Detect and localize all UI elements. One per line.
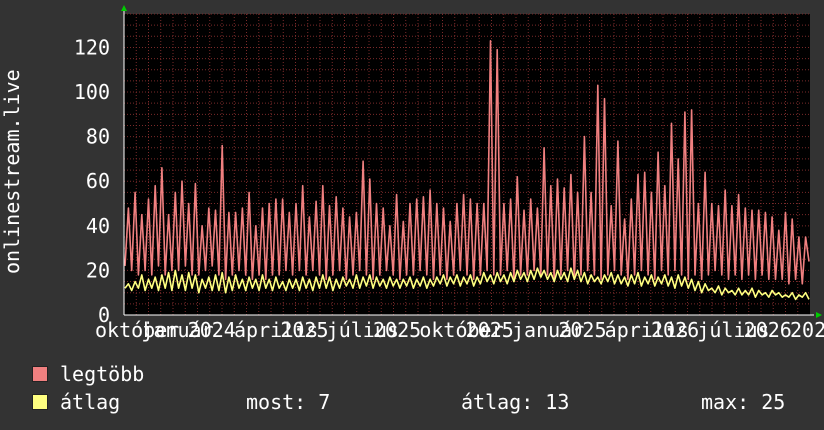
y-axis-label: onlinestream.live [0,69,24,274]
legend-swatch-max [32,366,48,382]
y-tick-label: 80 [86,125,110,149]
x-tick-label: 2026 [744,318,792,342]
x-tick-label: 2025 [280,318,328,342]
x-tick-label: 2025 [466,318,514,342]
y-tick-label: 20 [86,258,110,282]
y-tick-labels: 020406080100120 [74,35,110,327]
legend-item-avg: átlag [32,390,120,414]
y-tick-label: 40 [86,214,110,238]
stat-now: most: 7 [246,390,331,414]
stat-avg: átlag: 13 [461,390,570,414]
legend-item-max: legtöbb [32,362,144,386]
x-tick-label: 2025 [373,318,421,342]
x-tick-label: 2026 [790,318,824,342]
x-tick-label: 2024 [188,318,236,342]
y-tick-label: 100 [74,80,110,104]
stat-max: max: 25 [701,390,786,414]
y-axis-arrow-icon [121,5,127,11]
x-tick-labels: októberjanuár2024április2025július2025ok… [95,318,824,342]
y-tick-label: 120 [74,35,110,59]
legend-label-max: legtöbb [60,362,145,386]
y-tick-label: 60 [86,169,110,193]
x-tick-label: 2026 [651,318,699,342]
legend-label-avg: átlag [60,390,121,414]
legend-swatch-avg [32,394,48,410]
x-tick-label: 2025 [558,318,606,342]
